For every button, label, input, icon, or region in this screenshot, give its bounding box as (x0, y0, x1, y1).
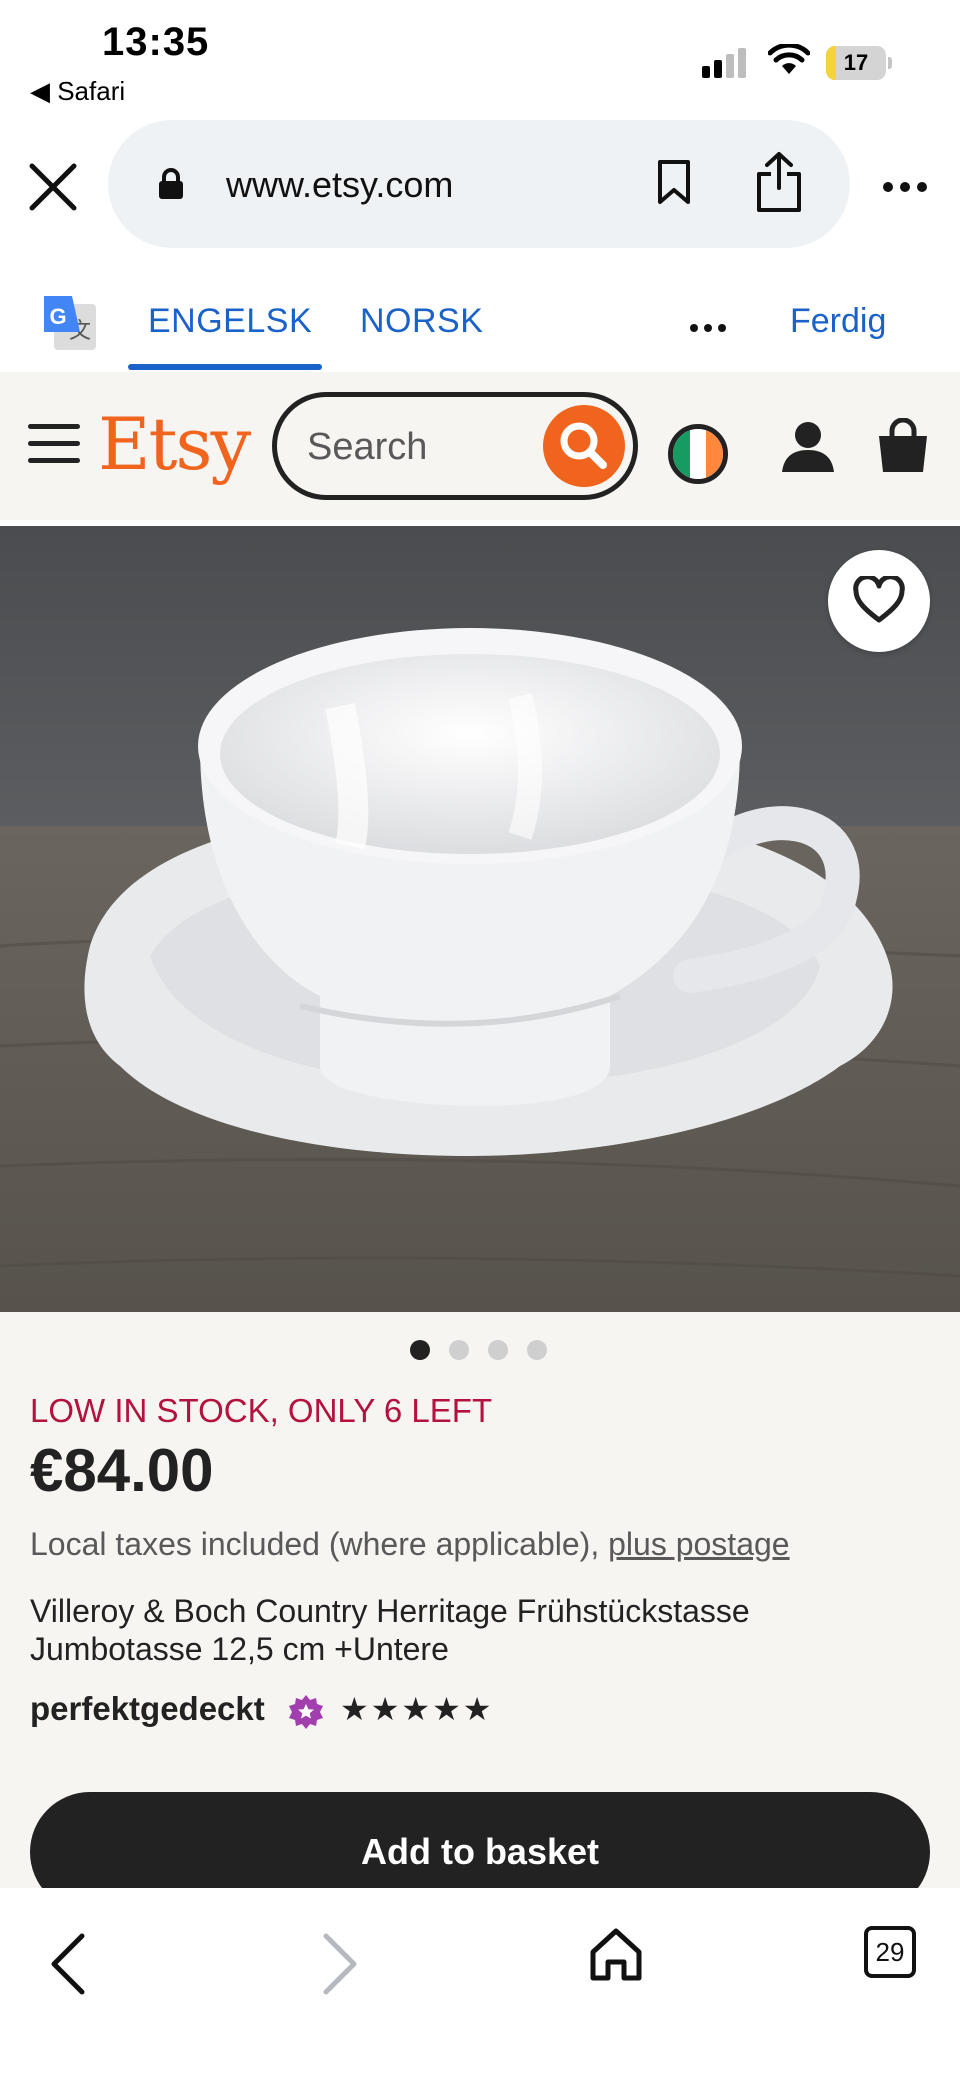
translate-done-button[interactable]: Ferdig (790, 302, 886, 341)
wifi-icon (768, 44, 810, 74)
back-to-app-link[interactable]: ◀ Safari (30, 76, 125, 107)
battery-level: 17 (843, 50, 869, 75)
user-account-icon[interactable] (780, 420, 836, 474)
product-image[interactable] (0, 526, 960, 1312)
share-icon[interactable] (754, 150, 804, 214)
tabs-button[interactable]: 29 (864, 1926, 916, 1978)
back-arrow-icon[interactable] (46, 1932, 90, 1996)
svg-text:G: G (49, 304, 66, 329)
cellular-signal-icon (702, 48, 752, 78)
tab-target-language[interactable]: NORSK (360, 302, 483, 341)
bookmark-icon[interactable] (656, 158, 692, 206)
lock-icon (159, 168, 183, 199)
search-input[interactable] (307, 425, 527, 469)
shopping-basket-icon[interactable] (876, 418, 930, 474)
favorite-button[interactable] (828, 550, 930, 652)
close-icon[interactable] (26, 160, 80, 214)
seller-name[interactable]: perfektgedeckt (30, 1690, 265, 1728)
search-button[interactable] (543, 405, 625, 487)
translate-bar: 文 G ENGELSK NORSK Ferdig (0, 254, 960, 372)
carousel-dot[interactable] (449, 1340, 469, 1360)
browser-bottom-toolbar: 29 (0, 1888, 960, 2078)
carousel-dot[interactable] (410, 1340, 430, 1360)
product-price: €84.00 (30, 1437, 214, 1504)
browser-url-row: www.etsy.com (0, 118, 960, 254)
rating-stars: ★★★★★ (340, 1691, 494, 1727)
google-translate-icon[interactable]: 文 G (40, 294, 98, 352)
search-icon (560, 422, 607, 469)
etsy-header: Etsy (0, 372, 960, 520)
tab-source-language[interactable]: ENGELSK (148, 302, 312, 341)
url-text: www.etsy.com (226, 164, 454, 205)
forward-arrow-icon[interactable] (318, 1932, 362, 1996)
carousel-dot[interactable] (488, 1340, 508, 1360)
address-bar[interactable]: www.etsy.com (108, 120, 850, 248)
ireland-flag-icon[interactable] (668, 424, 728, 484)
more-options-icon[interactable] (880, 172, 930, 202)
search-bar (272, 392, 638, 500)
battery-icon: 17 (826, 46, 892, 80)
translate-more-icon[interactable] (688, 322, 728, 334)
taxes-text: Local taxes included (where applicable), (30, 1526, 609, 1562)
etsy-logo[interactable]: Etsy (98, 402, 251, 486)
menu-icon[interactable] (28, 424, 80, 464)
star-seller-badge-icon (289, 1695, 323, 1729)
product-title: Villeroy & Boch Country Herritage Frühst… (30, 1593, 750, 1667)
status-time: 13:35 (102, 20, 210, 64)
heart-icon (853, 576, 905, 623)
postage-link[interactable]: plus postage (608, 1526, 789, 1562)
active-tab-indicator (128, 364, 322, 370)
status-bar: 13:35 ◀ Safari 17 (0, 0, 960, 118)
stock-notice: LOW IN STOCK, ONLY 6 LEFT (30, 1392, 493, 1429)
taxes-note: Local taxes included (where applicable),… (30, 1526, 790, 1563)
carousel-dot[interactable] (527, 1340, 547, 1360)
home-icon[interactable] (588, 1926, 644, 1982)
